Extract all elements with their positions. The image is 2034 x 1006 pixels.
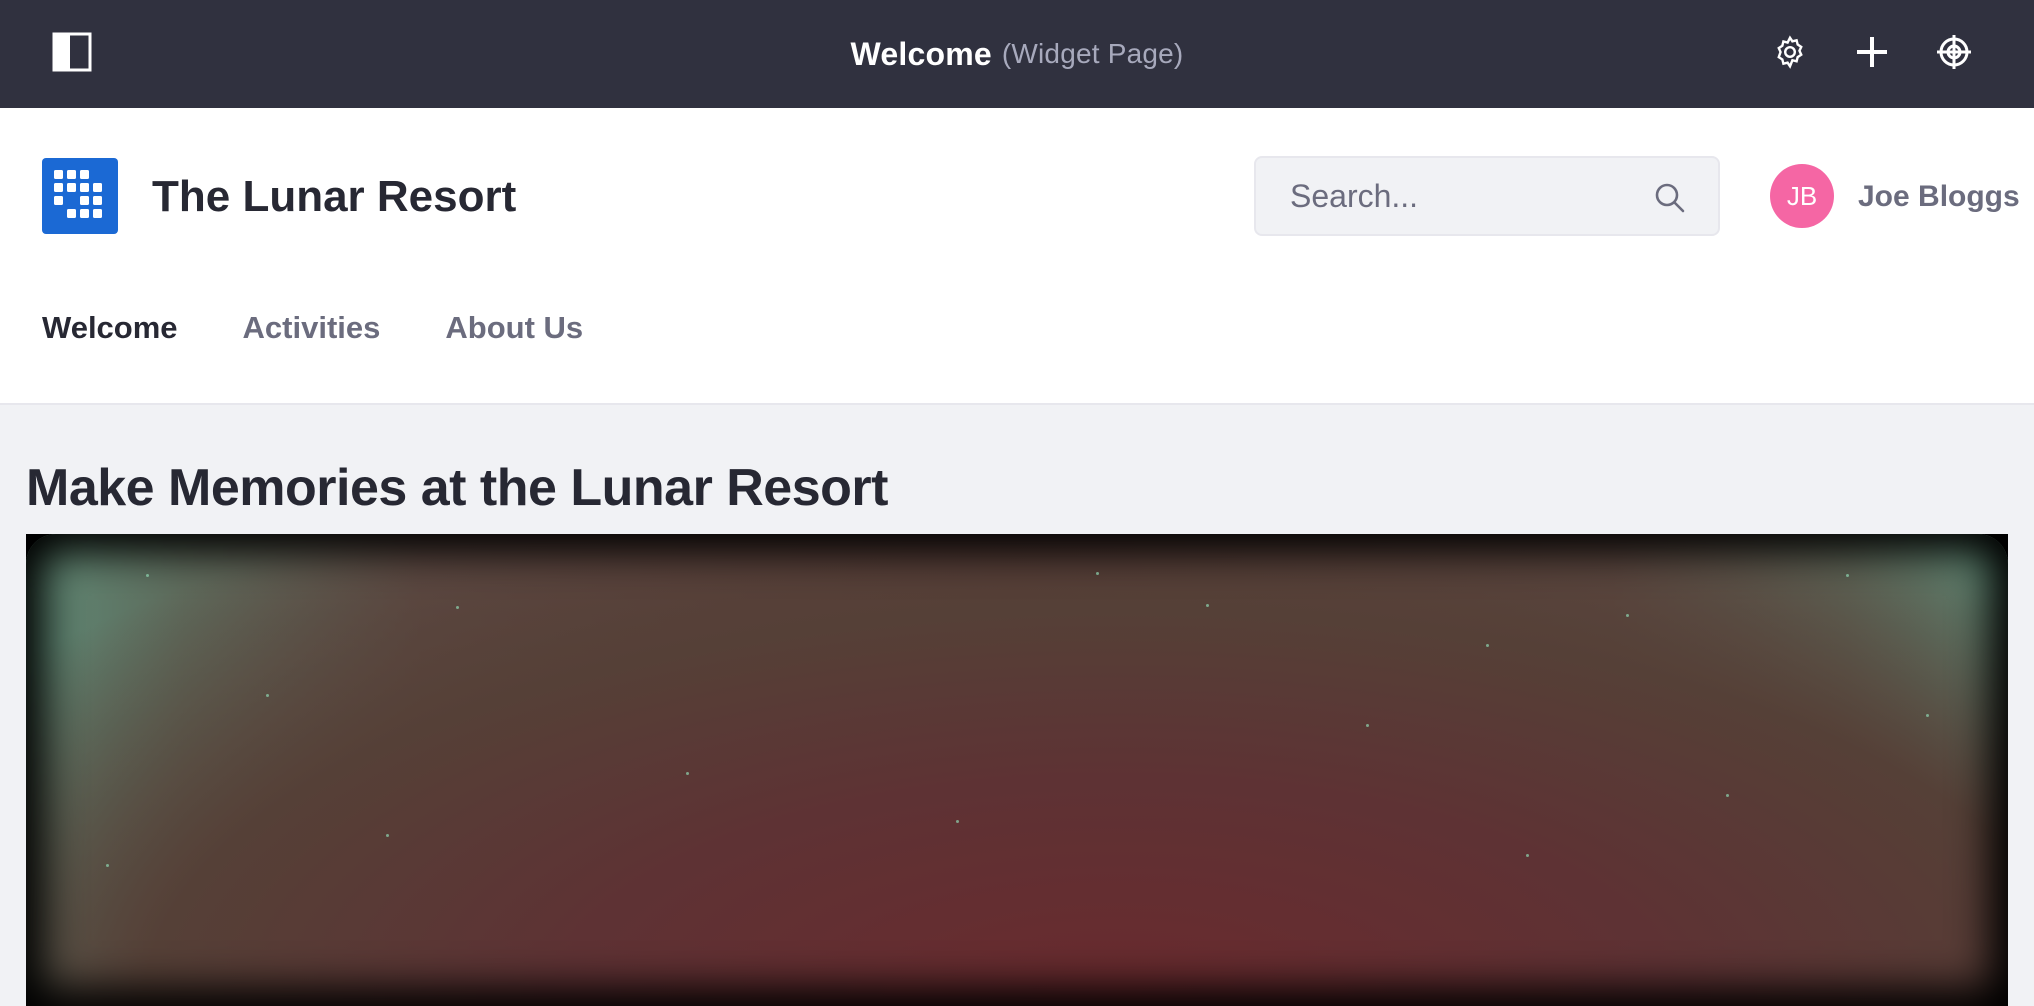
- site-header: The Lunar Resort JB Joe Bloggs Welcome A…: [0, 108, 2034, 405]
- plus-icon[interactable]: [1850, 30, 1894, 74]
- site-logo[interactable]: [42, 158, 118, 234]
- nav-item-welcome[interactable]: Welcome: [42, 310, 178, 346]
- page-title-area: Welcome (Widget Page): [0, 0, 2034, 108]
- control-menu-bar: Welcome (Widget Page): [0, 0, 2034, 108]
- page-title: Welcome: [850, 35, 992, 72]
- search-icon[interactable]: [1652, 180, 1688, 216]
- target-icon[interactable]: [1932, 30, 1976, 74]
- site-name[interactable]: The Lunar Resort: [152, 172, 516, 222]
- user-name[interactable]: Joe Bloggs: [1858, 180, 2020, 214]
- search-input[interactable]: [1256, 158, 1636, 234]
- gear-icon[interactable]: [1768, 30, 1812, 74]
- hero-image: [26, 534, 2008, 1006]
- nav-item-about-us[interactable]: About Us: [445, 310, 583, 346]
- hero-image-texture: [26, 534, 2008, 1006]
- search-box: [1254, 156, 1720, 236]
- content-heading: Make Memories at the Lunar Resort: [26, 459, 888, 517]
- main-navigation: Welcome Activities About Us: [42, 310, 648, 346]
- nav-item-activities[interactable]: Activities: [243, 310, 381, 346]
- avatar[interactable]: JB: [1770, 164, 1834, 228]
- page-type-label: (Widget Page): [1001, 38, 1184, 69]
